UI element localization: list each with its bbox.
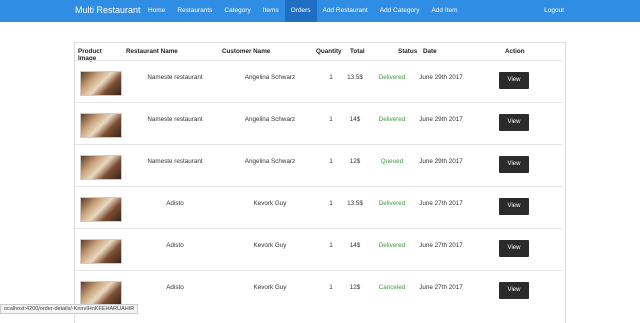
status: Delivered	[378, 200, 406, 207]
restaurant-name: Adisto	[166, 242, 184, 249]
date: June 27th 2017	[419, 242, 463, 249]
total: 12$	[349, 158, 361, 165]
orders-table	[74, 42, 566, 323]
status-bar-url: ocalhost:4200/order-details/-KnnvIHnKFEH…	[0, 304, 139, 314]
header-date: Date	[423, 48, 437, 55]
view-button[interactable]: View	[499, 72, 529, 89]
nav-add-item[interactable]: Add Item	[425, 0, 463, 22]
date: June 29th 2017	[419, 158, 463, 165]
customer-name: Kevork Guy	[253, 200, 287, 207]
header-status: Status	[398, 48, 418, 55]
quantity: 1	[329, 242, 333, 249]
product-image	[80, 281, 122, 306]
view-button[interactable]: View	[499, 240, 529, 257]
customer-name: Angelina Schwarz	[244, 158, 296, 165]
quantity: 1	[329, 74, 333, 81]
nav-category[interactable]: Category	[218, 0, 256, 22]
total: 14$	[349, 116, 361, 123]
quantity: 1	[329, 158, 333, 165]
product-image	[80, 71, 122, 96]
quantity: 1	[329, 200, 333, 207]
customer-name: Kevork Guy	[253, 242, 287, 249]
view-button[interactable]: View	[499, 198, 529, 215]
total: 14$	[349, 242, 361, 249]
total: 12$	[349, 284, 361, 291]
row-divider	[75, 270, 563, 271]
view-button[interactable]: View	[499, 282, 529, 299]
restaurant-name: Nameste restaurant	[147, 74, 203, 81]
restaurant-name: Nameste restaurant	[147, 116, 203, 123]
status: Delivered	[378, 74, 406, 81]
restaurant-name: Adisto	[166, 284, 184, 291]
total: 13.5$	[347, 74, 363, 81]
header-restaurant: Restaurant Name	[126, 48, 178, 55]
row-divider	[75, 186, 563, 187]
row-divider	[75, 144, 563, 145]
nav-menu: Home Restaurants Category Items Orders A…	[142, 0, 463, 22]
customer-name: Angelina Schwarz	[244, 116, 296, 123]
row-divider	[75, 102, 563, 103]
quantity: 1	[329, 284, 333, 291]
product-image	[80, 197, 122, 222]
restaurant-name: Adisto	[166, 200, 184, 207]
nav-home[interactable]: Home	[142, 0, 171, 22]
customer-name: Kevork Guy	[253, 284, 287, 291]
logout-link[interactable]: Logout	[544, 0, 564, 22]
status: Queued	[380, 158, 404, 165]
nav-restaurants[interactable]: Restaurants	[171, 0, 218, 22]
date: June 27th 2017	[419, 284, 463, 291]
status: Delivered	[378, 116, 406, 123]
header-total: Total	[350, 48, 365, 55]
brand-logo[interactable]: Multi Restaurant	[75, 5, 141, 15]
total: 13.5$	[347, 200, 363, 207]
nav-orders[interactable]: Orders	[284, 0, 317, 22]
product-image	[80, 155, 122, 180]
customer-name: Angelina Schwarz	[244, 74, 296, 81]
nav-add-category[interactable]: Add Category	[374, 0, 426, 22]
date: June 29th 2017	[419, 74, 463, 81]
header-action: Action	[505, 48, 525, 55]
product-image	[80, 113, 122, 138]
row-divider	[75, 60, 563, 61]
row-divider	[75, 228, 563, 229]
restaurant-name: Nameste restaurant	[147, 158, 203, 165]
status: Delivered	[378, 242, 406, 249]
view-button[interactable]: View	[499, 114, 529, 131]
top-navbar: Multi Restaurant Home Restaurants Catego…	[0, 0, 640, 22]
nav-items[interactable]: Items	[257, 0, 285, 22]
date: June 27th 2017	[419, 200, 463, 207]
view-button[interactable]: View	[499, 156, 529, 173]
quantity: 1	[329, 116, 333, 123]
status: Canceled	[378, 284, 406, 291]
date: June 29th 2017	[419, 116, 463, 123]
header-customer: Customer Name	[222, 48, 271, 55]
header-quantity: Quantity	[316, 48, 342, 55]
product-image	[80, 239, 122, 264]
nav-add-restaurant[interactable]: Add Restaurant	[317, 0, 374, 22]
